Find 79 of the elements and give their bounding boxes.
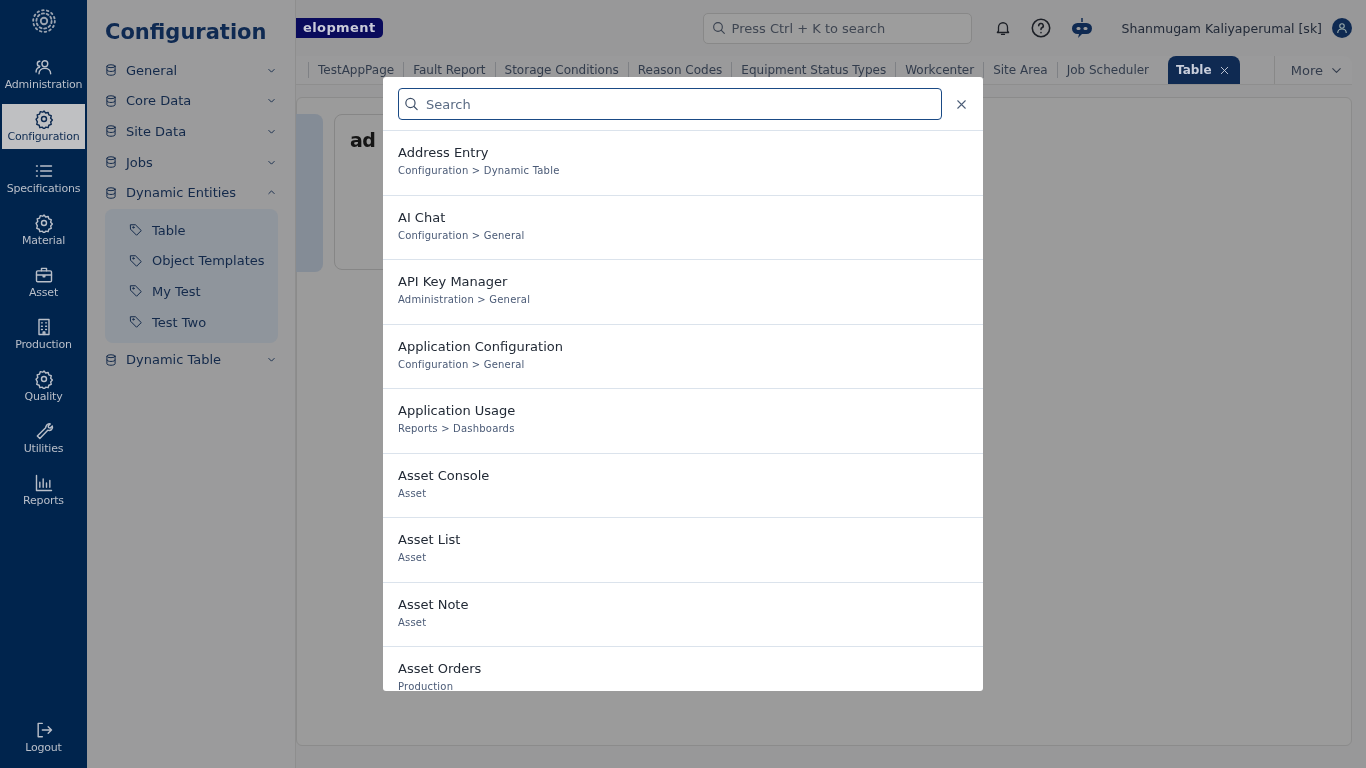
result-path: Reports > Dashboards — [398, 423, 515, 434]
rail-item[interactable]: Asset — [2, 260, 85, 305]
result-title: API Key Manager — [398, 274, 508, 289]
database-icon — [104, 155, 118, 170]
sidebar-item[interactable]: Jobs — [104, 146, 278, 178]
rail-item[interactable]: Material — [2, 208, 85, 253]
result-path: Asset — [398, 487, 427, 499]
result-path: Asset — [398, 616, 427, 628]
search-field[interactable]: Search — [398, 88, 942, 120]
search-result[interactable]: AI Chat Configuration > General — [383, 195, 983, 260]
help-icon — [1029, 17, 1052, 39]
database-icon — [104, 63, 118, 78]
submenu-item[interactable]: Test Two — [105, 306, 278, 338]
search-result[interactable]: Asset List Asset — [383, 518, 983, 583]
briefcase-icon — [33, 265, 54, 285]
database-icon — [104, 352, 118, 367]
tab[interactable]: Job Scheduler — [1056, 62, 1159, 78]
rail-item[interactable]: Reports — [2, 468, 85, 513]
result-path: Configuration > Dynamic Table — [398, 165, 560, 176]
more-dropdown[interactable]: More — [1273, 56, 1352, 84]
settings-icon — [33, 213, 54, 233]
result-path: Production — [398, 681, 454, 691]
result-path: Configuration > General — [398, 358, 525, 370]
tag-icon — [129, 223, 143, 238]
robot-icon[interactable] — [1069, 17, 1094, 39]
result-path: Administration > General — [398, 294, 531, 305]
rail-item[interactable]: Utilities — [2, 416, 85, 461]
result-title: Asset Orders — [398, 661, 482, 676]
rail-item[interactable]: Administration — [2, 52, 85, 97]
logout-button[interactable]: Logout — [2, 715, 85, 760]
avatar-icon[interactable] — [1332, 18, 1352, 38]
rail-item[interactable]: Configuration — [2, 104, 85, 149]
submenu-item[interactable]: My Test — [105, 276, 278, 307]
search-result[interactable]: Application Usage Reports > Dashboards — [383, 389, 983, 454]
card-title: ad — [350, 129, 376, 151]
database-icon — [104, 185, 118, 200]
settings-icon — [33, 369, 54, 389]
sidebar-title: Configuration — [105, 20, 268, 44]
submenu-item[interactable]: Object Templates — [105, 245, 278, 277]
user-name: Shanmugam Kaliyaperumal [sk] — [1121, 20, 1322, 36]
database-icon — [104, 93, 118, 108]
tag-icon — [129, 253, 143, 268]
people-icon — [33, 57, 54, 77]
settings-icon — [33, 109, 54, 129]
result-title: Asset Console — [398, 467, 490, 483]
result-title: AI Chat — [398, 209, 446, 225]
tag-icon — [129, 284, 143, 299]
result-title: Asset Note — [398, 596, 469, 612]
result-path: Configuration > General — [398, 229, 525, 241]
search-result[interactable]: Asset Note Asset — [383, 582, 983, 647]
sidebar-item[interactable]: Dynamic Table — [104, 344, 278, 375]
search-result[interactable]: Address Entry Configuration > Dynamic Table — [383, 131, 983, 196]
result-title: Application Configuration — [398, 338, 563, 354]
rail-item[interactable]: Specifications — [2, 156, 85, 201]
tag-icon — [129, 315, 143, 330]
result-title: Application Usage — [398, 403, 516, 418]
tab[interactable]: Table — [1168, 56, 1240, 84]
sidebar-item[interactable]: Core Data — [104, 85, 278, 117]
search-result[interactable]: Asset Orders Production — [383, 647, 983, 691]
sidebar-item[interactable]: Dynamic Entities — [104, 177, 278, 208]
sidebar-item[interactable]: Site Data — [104, 116, 278, 147]
result-title: Address Entry — [398, 145, 489, 160]
tab[interactable]: Site Area — [983, 62, 1057, 78]
database-icon — [104, 124, 118, 139]
environment-badge: elopment — [296, 18, 383, 38]
search-icon — [710, 20, 727, 36]
rail-item[interactable]: Quality — [2, 364, 85, 409]
submenu-item[interactable]: Table — [105, 214, 278, 246]
rail-item[interactable]: Production — [2, 312, 85, 357]
search-result[interactable]: API Key Manager Administration > General — [383, 260, 983, 325]
search-result[interactable]: Application Configuration Configuration > General — [383, 324, 983, 389]
logo-icon — [30, 8, 57, 34]
bar-chart-icon — [33, 473, 54, 493]
result-path: Asset — [398, 552, 427, 563]
result-title: Asset List — [398, 532, 461, 547]
sidebar-item[interactable]: General — [104, 55, 278, 86]
search-field[interactable]: Press Ctrl + K to search — [702, 12, 972, 44]
search-icon — [403, 95, 420, 113]
search-result[interactable]: Asset Console Asset — [383, 453, 983, 518]
